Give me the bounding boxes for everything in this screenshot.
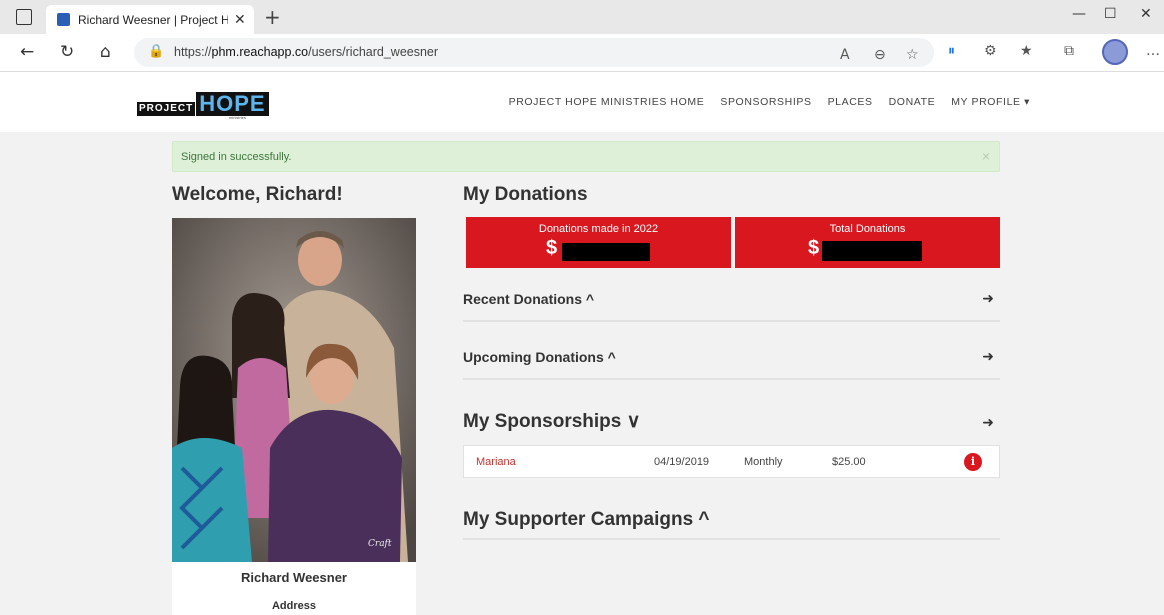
home-icon[interactable]: ⌂ xyxy=(100,42,111,62)
tab-actions-icon[interactable] xyxy=(16,9,32,25)
info-icon[interactable]: i xyxy=(964,453,982,471)
stat-label: Donations made in 2022 xyxy=(538,223,659,235)
extension-icon[interactable]: ⏸ xyxy=(948,43,955,59)
arrow-right-icon[interactable]: ➜ xyxy=(982,415,994,431)
sponsorships-title[interactable]: My Sponsorships ∨ xyxy=(463,410,641,433)
site-logo[interactable]: PROJECT HOPE ministries xyxy=(137,90,269,120)
profile-card: Richard Weesner Address xyxy=(172,562,416,615)
nav-donate[interactable]: DONATE xyxy=(889,96,936,108)
supporter-campaigns-section[interactable]: My Supporter Campaigns ^ xyxy=(463,508,1000,540)
total-donations-card: Total Donations $ xyxy=(735,217,1000,268)
site-header: PROJECT HOPE ministries PROJECT HOPE MIN… xyxy=(0,72,1164,132)
stat-label: Total Donations xyxy=(829,223,906,235)
redaction-block xyxy=(562,243,650,261)
sponsorship-amount: $25.00 xyxy=(832,456,866,468)
new-tab-icon[interactable]: + xyxy=(264,5,281,29)
browser-tab-bar: Richard Weesner | Project Hope ✕ + — ☐ ✕ xyxy=(0,0,1164,34)
window-close-icon[interactable]: ✕ xyxy=(1140,6,1152,22)
profile-photo: Craft xyxy=(172,218,416,562)
stat-value: $ xyxy=(546,237,558,259)
favorite-icon[interactable]: ☆ xyxy=(906,47,919,63)
browser-tab[interactable]: Richard Weesner | Project Hope ✕ xyxy=(46,5,254,34)
address-bar[interactable]: 🔒 https://phm.reachapp.co/users/richard_… xyxy=(134,38,934,67)
sponsored-child-link[interactable]: Mariana xyxy=(476,456,516,468)
sponsorships-section[interactable]: My Sponsorships ∨ ➜ xyxy=(463,408,1000,442)
zoom-icon[interactable]: ⊖ xyxy=(874,47,886,63)
read-aloud-icon[interactable]: A xyxy=(840,47,850,63)
success-alert: Signed in successfully. × xyxy=(172,141,1000,172)
sponsorship-date: 04/19/2019 xyxy=(654,456,710,468)
more-icon[interactable]: … xyxy=(1146,43,1160,59)
photo-signature: Craft xyxy=(368,539,392,549)
refresh-icon[interactable]: ↻ xyxy=(60,42,74,62)
tab-close-icon[interactable]: ✕ xyxy=(234,11,246,28)
alert-close-icon[interactable]: × xyxy=(982,148,990,164)
address-label: Address xyxy=(271,600,317,612)
extensions-icon[interactable]: ⚙ xyxy=(984,43,997,59)
url-text[interactable]: https://phm.reachapp.co/users/richard_we… xyxy=(174,45,438,59)
maximize-icon[interactable]: ☐ xyxy=(1104,6,1117,22)
favorites-icon[interactable]: ★ xyxy=(1020,43,1033,59)
nav-places[interactable]: PLACES xyxy=(828,96,873,108)
profile-name: Richard Weesner xyxy=(241,570,347,585)
minimize-icon[interactable]: — xyxy=(1072,6,1086,22)
sponsorship-row: Mariana 04/19/2019 Monthly $25.00 i xyxy=(463,445,1000,478)
browser-toolbar: ← ↻ ⌂ 🔒 https://phm.reachapp.co/users/ri… xyxy=(0,34,1164,72)
main-nav: PROJECT HOPE MINISTRIES HOME SPONSORSHIP… xyxy=(509,96,1030,108)
nav-home[interactable]: PROJECT HOPE MINISTRIES HOME xyxy=(509,96,705,108)
recent-donations-title[interactable]: Recent Donations ^ xyxy=(463,291,594,307)
stat-value: $ xyxy=(808,237,820,259)
upcoming-donations-title[interactable]: Upcoming Donations ^ xyxy=(463,349,616,365)
welcome-heading: Welcome, Richard! xyxy=(172,184,343,205)
arrow-right-icon[interactable]: ➜ xyxy=(982,291,994,307)
supporter-campaigns-title[interactable]: My Supporter Campaigns ^ xyxy=(463,509,710,531)
back-icon[interactable]: ← xyxy=(20,42,34,62)
tab-title: Richard Weesner | Project Hope xyxy=(78,13,228,27)
arrow-right-icon[interactable]: ➜ xyxy=(982,349,994,365)
alert-text: Signed in successfully. xyxy=(181,151,292,163)
donations-2022-card: Donations made in 2022 $ xyxy=(466,217,731,268)
redaction-block xyxy=(822,241,922,261)
my-donations-heading: My Donations xyxy=(463,184,588,205)
sponsorship-frequency: Monthly xyxy=(744,456,783,468)
nav-my-profile[interactable]: MY PROFILE ▾ xyxy=(951,96,1030,108)
recent-donations-section[interactable]: Recent Donations ^ ➜ xyxy=(463,288,1000,322)
nav-sponsorships[interactable]: SPONSORSHIPS xyxy=(720,96,811,108)
profile-avatar[interactable] xyxy=(1102,39,1128,65)
lock-icon[interactable]: 🔒 xyxy=(148,44,164,59)
collections-icon[interactable]: ⧉ xyxy=(1064,43,1074,59)
favicon-icon xyxy=(57,13,70,26)
upcoming-donations-section[interactable]: Upcoming Donations ^ ➜ xyxy=(463,346,1000,380)
